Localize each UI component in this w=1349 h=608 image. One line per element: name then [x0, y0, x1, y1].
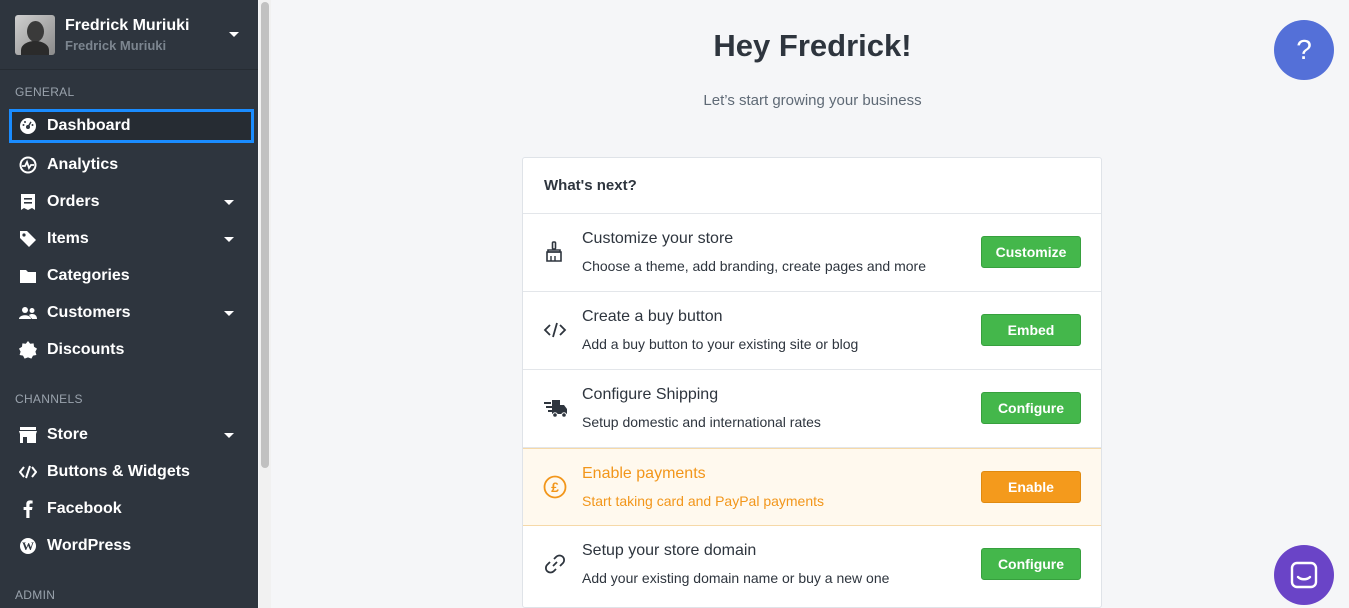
code-icon — [543, 318, 567, 342]
sidebar-item-facebook[interactable]: Facebook — [9, 492, 254, 526]
sidebar-item-customers[interactable]: Customers — [9, 296, 254, 330]
page-title: Hey Fredrick! — [713, 28, 912, 63]
task-title: Setup your store domain — [582, 542, 757, 559]
user-name: Fredrick Muriuki — [65, 16, 190, 34]
sidebar-item-label: Store — [47, 426, 88, 443]
chevron-down-icon[interactable] — [224, 237, 234, 242]
chat-launcher-button[interactable] — [1274, 545, 1334, 605]
task-row-domain: Setup your store domain Add your existin… — [523, 526, 1101, 604]
sidebar-item-store[interactable]: Store — [9, 418, 254, 452]
configure-shipping-button[interactable]: Configure — [981, 392, 1081, 424]
card-title: What's next? — [523, 158, 1101, 214]
task-row-buy-button: Create a buy button Add a buy button to … — [523, 292, 1101, 370]
task-description: Add your existing domain name or buy a n… — [582, 570, 890, 586]
chat-icon — [1290, 561, 1318, 589]
section-label-channels: CHANNELS — [15, 392, 83, 406]
store-icon — [18, 426, 37, 445]
link-icon — [543, 552, 567, 576]
customers-icon — [18, 304, 37, 323]
chevron-down-icon[interactable] — [224, 311, 234, 316]
embed-button[interactable]: Embed — [981, 314, 1081, 346]
analytics-icon — [18, 156, 37, 175]
chevron-down-icon[interactable] — [224, 433, 234, 438]
sidebar-item-categories[interactable]: Categories — [9, 259, 254, 293]
chevron-down-icon[interactable] — [229, 32, 239, 37]
task-description: Start taking card and PayPal payments — [582, 493, 825, 509]
sidebar: Fredrick Muriuki Fredrick Muriuki GENERA… — [0, 0, 258, 608]
task-description: Choose a theme, add branding, create pag… — [582, 258, 927, 274]
sidebar-item-items[interactable]: Items — [9, 222, 254, 256]
svg-text:W: W — [22, 539, 34, 553]
task-title: Create a buy button — [582, 308, 723, 325]
orders-icon — [18, 193, 37, 212]
sidebar-item-label: Facebook — [47, 500, 122, 517]
wordpress-icon: W — [18, 537, 37, 556]
avatar — [15, 14, 55, 55]
user-subname: Fredrick Muriuki — [65, 37, 167, 53]
whats-next-card: What's next? Customize your store Choose… — [522, 157, 1102, 608]
sidebar-item-label: Analytics — [47, 156, 119, 173]
help-button[interactable]: ? — [1274, 20, 1334, 80]
task-description: Setup domestic and international rates — [582, 414, 821, 430]
sidebar-item-label: Items — [47, 230, 89, 247]
code-icon — [18, 463, 37, 482]
page-subtitle: Let’s start growing your business — [703, 92, 922, 109]
sidebar-item-orders[interactable]: Orders — [9, 185, 254, 219]
svg-text:£: £ — [551, 479, 559, 495]
sidebar-item-buttons-widgets[interactable]: Buttons & Widgets — [9, 455, 254, 489]
tag-icon — [18, 230, 37, 249]
customize-button[interactable]: Customize — [981, 236, 1081, 268]
sidebar-item-label: WordPress — [47, 537, 132, 554]
sidebar-item-wordpress[interactable]: W WordPress — [9, 529, 254, 563]
task-title: Configure Shipping — [582, 386, 719, 403]
sidebar-item-label: Discounts — [47, 341, 125, 358]
section-label-admin: ADMIN — [15, 588, 56, 602]
sidebar-item-label: Customers — [47, 304, 131, 321]
configure-domain-button[interactable]: Configure — [981, 548, 1081, 580]
chevron-down-icon[interactable] — [224, 200, 234, 205]
dashboard-icon — [18, 117, 37, 136]
sidebar-item-label: Buttons & Widgets — [47, 463, 190, 480]
task-description: Add a buy button to your existing site o… — [582, 336, 859, 352]
scrollbar-thumb[interactable] — [261, 2, 269, 468]
folder-icon — [18, 267, 37, 286]
sidebar-item-discounts[interactable]: Discounts — [9, 333, 254, 367]
task-row-customize: Customize your store Choose a theme, add… — [523, 214, 1101, 292]
task-title: Customize your store — [582, 230, 734, 247]
sidebar-item-analytics[interactable]: Analytics — [9, 148, 254, 182]
task-row-payments: £ Enable payments Start taking card and … — [523, 448, 1101, 526]
user-menu[interactable]: Fredrick Muriuki Fredrick Muriuki — [0, 0, 258, 70]
section-label-general: GENERAL — [15, 85, 75, 99]
enable-payments-button[interactable]: Enable — [981, 471, 1081, 503]
task-title: Enable payments — [582, 465, 706, 482]
facebook-icon — [18, 500, 37, 519]
sidebar-item-dashboard[interactable]: Dashboard — [9, 109, 254, 143]
sidebar-item-label: Dashboard — [47, 117, 131, 134]
paintbrush-icon — [543, 240, 567, 264]
sidebar-scrollbar[interactable] — [259, 0, 271, 608]
discount-badge-icon — [18, 341, 37, 360]
sidebar-item-label: Categories — [47, 267, 130, 284]
shipping-truck-icon — [543, 396, 567, 420]
task-row-shipping: Configure Shipping Setup domestic and in… — [523, 370, 1101, 448]
pound-coin-icon: £ — [543, 475, 567, 499]
sidebar-item-label: Orders — [47, 193, 100, 210]
